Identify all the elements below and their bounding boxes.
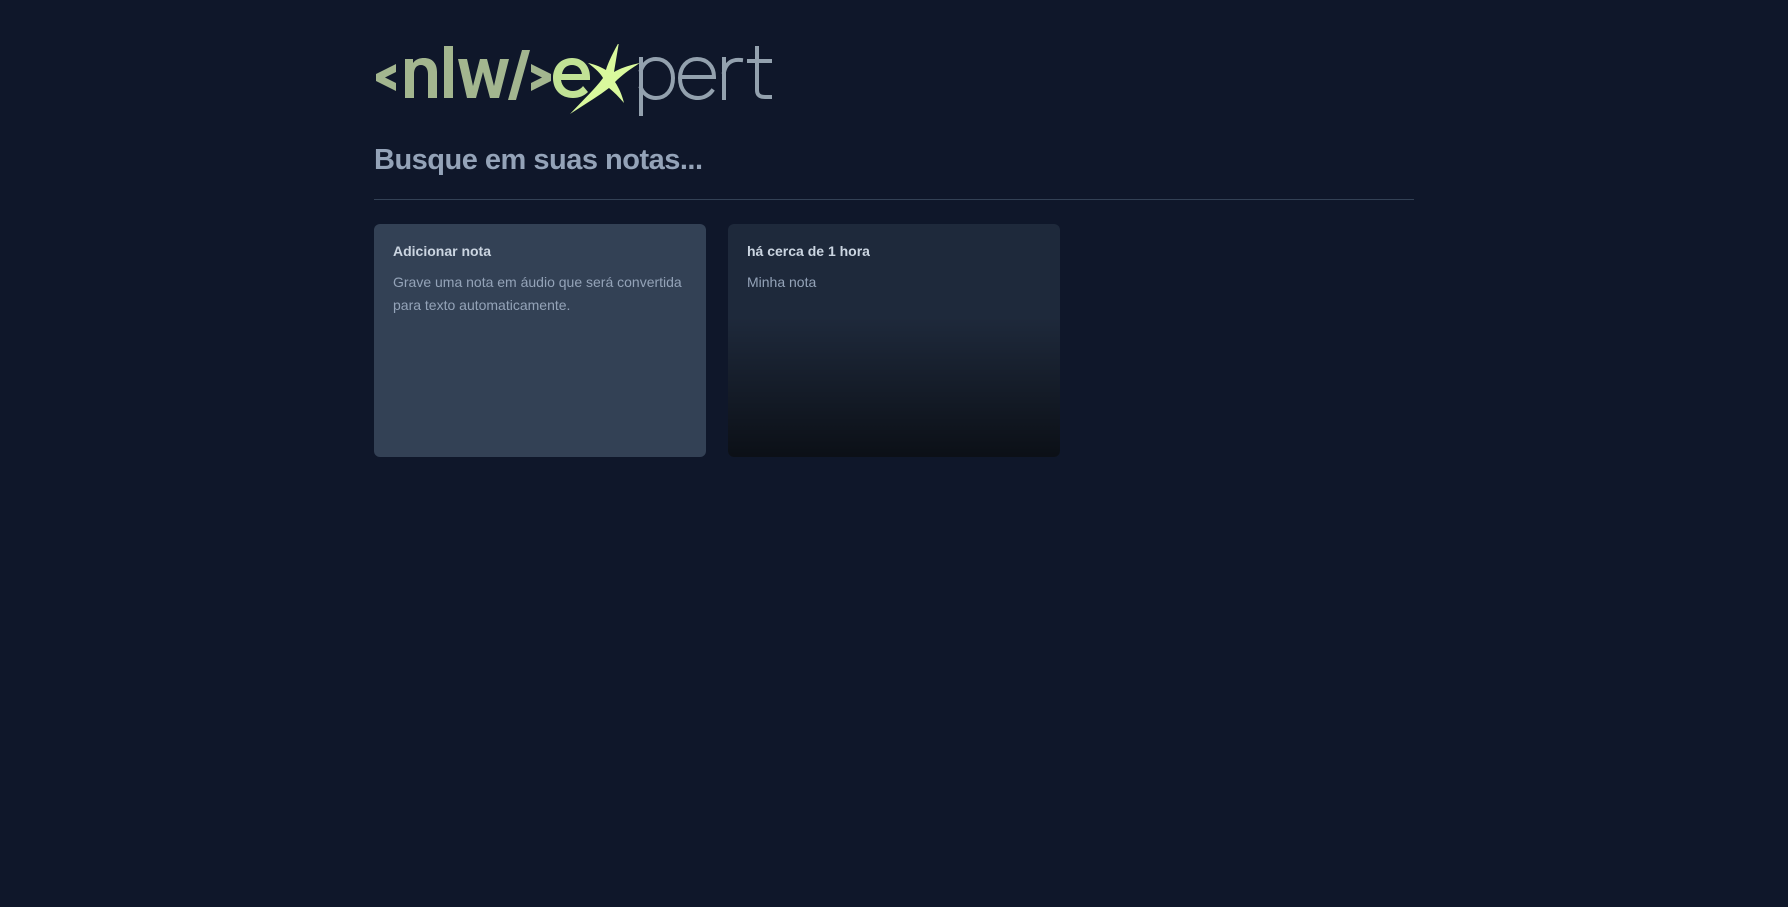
note-content: Minha nota xyxy=(747,274,817,290)
logo-pert-text xyxy=(638,46,772,116)
note-date: há cerca de 1 hora xyxy=(747,243,870,259)
search-input[interactable] xyxy=(374,140,1414,200)
logo-nlw-mark xyxy=(376,46,551,100)
add-note-card[interactable]: Adicionar nota Grave uma nota em áudio q… xyxy=(374,224,706,457)
add-note-description: Grave uma nota em áudio que será convert… xyxy=(393,274,682,313)
logo-letter-e xyxy=(553,58,590,98)
nlw-expert-logo xyxy=(376,44,772,116)
note-fade-overlay xyxy=(728,317,1060,457)
add-note-title: Adicionar nota xyxy=(393,243,492,259)
note-card[interactable]: há cerca de 1 hora Minha nota xyxy=(728,224,1060,457)
